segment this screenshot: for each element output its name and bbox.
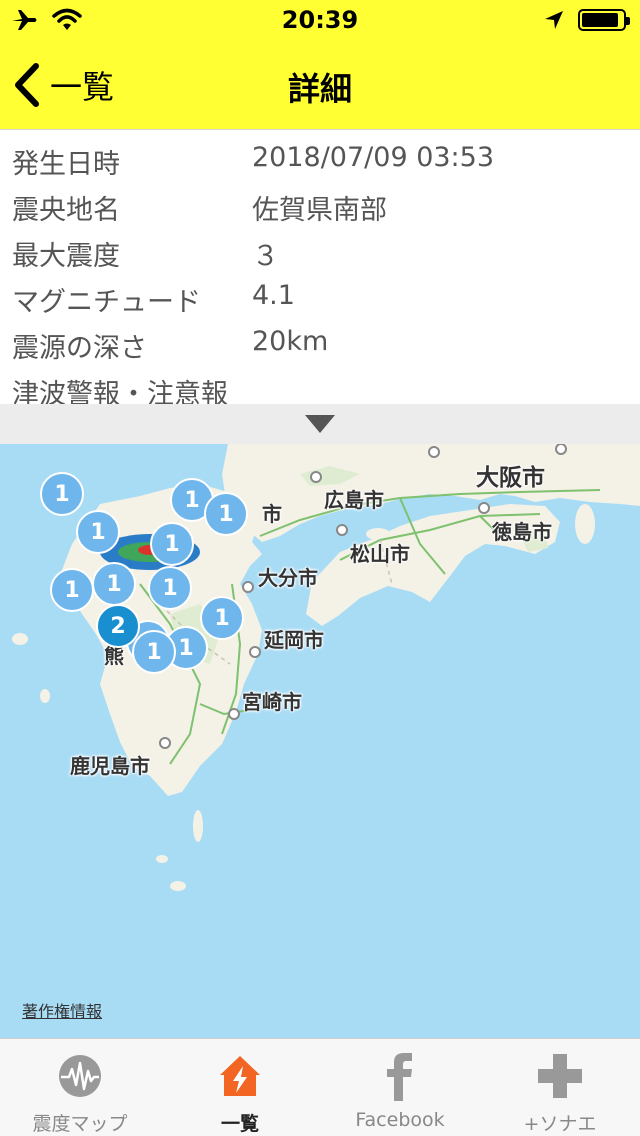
detail-label: マグニチュード	[12, 287, 201, 318]
expand-toggle[interactable]	[0, 404, 640, 444]
detail-label: 震源の深さ	[12, 333, 147, 364]
map-view[interactable]: 大阪市 広島市 松山市 徳島市 大分市 延岡市 宮崎市 鹿児島市 市 熊 1 1…	[0, 444, 640, 1038]
map-cluster-marker[interactable]: 1	[76, 510, 120, 554]
map-cluster-marker[interactable]: 1	[132, 630, 176, 674]
city-dot	[159, 737, 171, 749]
land-island	[170, 881, 186, 891]
detail-value: 2018/07/09 03:53	[252, 142, 495, 173]
tab-label: Facebook	[355, 1109, 445, 1131]
location-arrow-icon	[545, 11, 563, 29]
land-island	[193, 810, 203, 842]
detail-label: 発生日時	[12, 149, 120, 180]
back-label: 一覧	[50, 68, 115, 106]
city-label-nobeoka: 延岡市	[264, 628, 324, 652]
city-dot	[228, 708, 240, 720]
city-dot	[249, 646, 261, 658]
land-island	[156, 855, 168, 863]
city-label-kagoshima: 鹿児島市	[70, 754, 150, 778]
tab-intensity-map[interactable]: 震度マップ	[0, 1039, 160, 1136]
tab-sonae[interactable]: +ソナエ	[480, 1039, 640, 1136]
tab-label: +ソナエ	[523, 1113, 597, 1135]
detail-value: 20km	[252, 326, 329, 357]
city-dot	[310, 471, 322, 483]
land-island	[12, 633, 28, 645]
detail-row-time: 発生日時 2018/07/09 03:53	[0, 136, 640, 182]
map-cluster-marker[interactable]: 1	[50, 568, 94, 612]
city-dot	[336, 524, 348, 536]
back-button[interactable]: 一覧	[12, 60, 114, 110]
facebook-icon	[375, 1051, 425, 1101]
tab-bar: 震度マップ 一覧 Facebook +ソナエ	[0, 1038, 640, 1136]
tab-label: 一覧	[220, 1113, 259, 1135]
map-cluster-marker[interactable]: 1	[148, 566, 192, 610]
detail-value: ３	[252, 241, 279, 272]
city-label-partial: 市	[262, 502, 282, 526]
detail-row-max-intensity: 最大震度 ３	[0, 228, 640, 274]
house-lightning-icon	[215, 1051, 265, 1101]
detail-label: 震央地名	[12, 195, 120, 226]
detail-row-epicenter: 震央地名 佐賀県南部	[0, 182, 640, 228]
seismograph-icon	[55, 1051, 105, 1101]
battery-icon	[578, 9, 630, 31]
city-dot	[478, 502, 490, 514]
map-cluster-marker[interactable]: 1	[92, 562, 136, 606]
city-dot	[555, 444, 567, 455]
status-right	[544, 6, 630, 34]
detail-row-magnitude: マグニチュード 4.1	[0, 274, 640, 320]
battery-level	[582, 13, 618, 27]
tab-facebook[interactable]: Facebook	[320, 1039, 480, 1136]
city-dot	[242, 581, 254, 593]
chevron-left-icon	[15, 63, 39, 107]
app-root: 20:39 一覧 詳細 発生日時 2018/07/09 03:53 震央地名 佐…	[0, 0, 640, 1136]
land-island	[40, 689, 50, 703]
tab-list[interactable]: 一覧	[160, 1039, 320, 1136]
map-attribution-link[interactable]: 著作権情報	[22, 998, 102, 1022]
land-awaji	[575, 504, 595, 544]
city-dot	[428, 446, 440, 458]
status-bar: 20:39	[0, 0, 640, 40]
map-cluster-marker[interactable]: 1	[204, 492, 248, 536]
detail-list: 発生日時 2018/07/09 03:53 震央地名 佐賀県南部 最大震度 ３ …	[0, 132, 640, 410]
detail-label: 最大震度	[12, 241, 120, 272]
city-label-miyazaki: 宮崎市	[242, 690, 302, 714]
city-label-osaka: 大阪市	[476, 465, 545, 491]
city-label-oita: 大分市	[258, 566, 318, 590]
battery-nub	[626, 17, 630, 25]
map-cluster-marker[interactable]: 2	[96, 604, 140, 648]
map-cluster-marker[interactable]: 1	[200, 596, 244, 640]
city-label-tokushima: 徳島市	[492, 520, 552, 544]
detail-value: 4.1	[252, 280, 295, 311]
header: 20:39 一覧 詳細	[0, 0, 640, 130]
triangle-down-icon	[305, 415, 335, 433]
city-label-matsuyama: 松山市	[350, 542, 410, 566]
nav-bar: 一覧 詳細	[0, 40, 640, 130]
map-cluster-marker[interactable]: 1	[40, 472, 84, 516]
city-label-hiroshima: 広島市	[324, 488, 384, 512]
detail-value: 佐賀県南部	[252, 195, 387, 226]
map-cluster-marker[interactable]: 1	[150, 522, 194, 566]
land-island	[586, 461, 614, 477]
detail-row-depth: 震源の深さ 20km	[0, 320, 640, 366]
tab-label: 震度マップ	[32, 1113, 128, 1135]
plus-icon	[535, 1051, 585, 1101]
